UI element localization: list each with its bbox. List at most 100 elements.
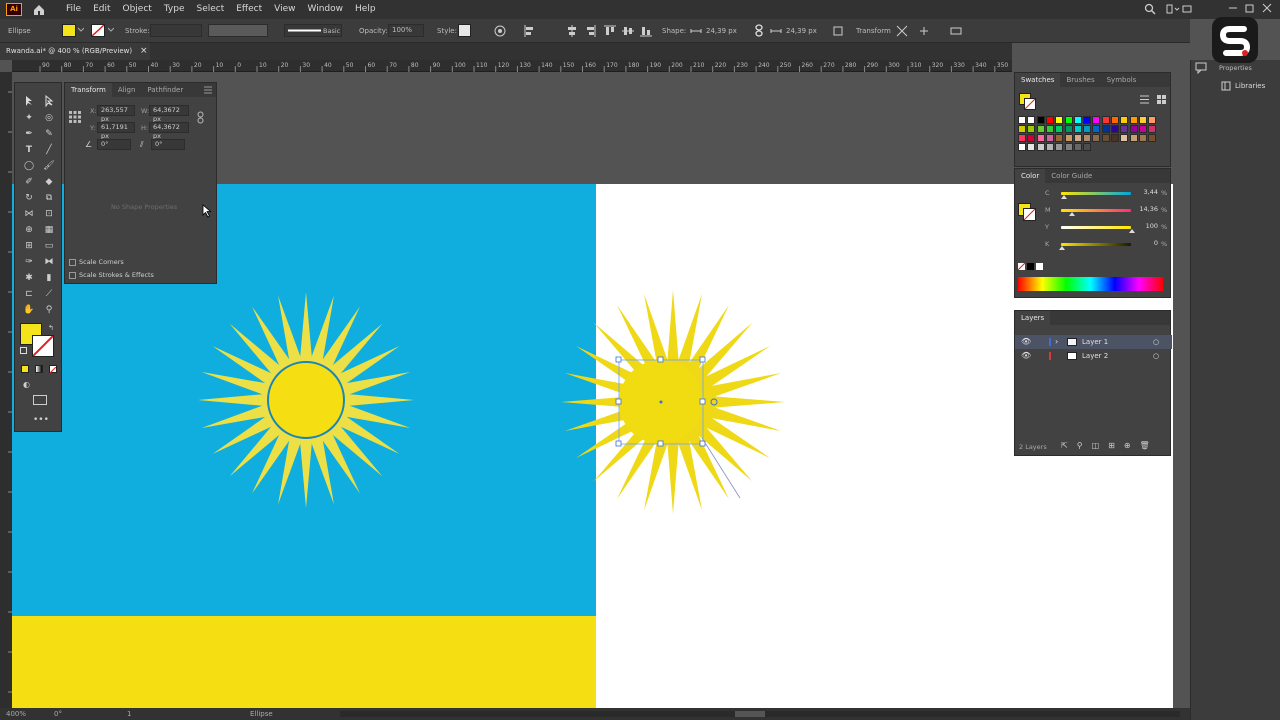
color-swatch[interactable] bbox=[1055, 134, 1064, 142]
color-swatch[interactable] bbox=[1129, 116, 1138, 124]
grid-view-icon[interactable] bbox=[1157, 95, 1166, 104]
zoom-level[interactable]: 400% bbox=[6, 710, 26, 718]
menu-edit[interactable]: Edit bbox=[87, 0, 116, 19]
default-colors-icon[interactable] bbox=[20, 347, 27, 354]
list-view-icon[interactable] bbox=[1140, 95, 1149, 104]
color-swatch[interactable] bbox=[1120, 134, 1129, 142]
export-icon[interactable]: ⇱ bbox=[1061, 441, 1068, 453]
tab-align[interactable]: Align bbox=[112, 83, 142, 97]
color-swatch[interactable] bbox=[1064, 116, 1073, 124]
color-mode-icon[interactable] bbox=[21, 365, 29, 373]
horizontal-ruler[interactable]: 90 80 70 60 50 40 30 20 10 0 10 20 30 40 50 60 70 80 90 100… bbox=[12, 60, 1012, 72]
new-sublayer-icon[interactable]: ⊞ bbox=[1108, 441, 1115, 453]
tab-color-guide[interactable]: Color Guide bbox=[1045, 169, 1098, 183]
close-tab-icon[interactable]: × bbox=[140, 43, 148, 60]
color-swatch[interactable] bbox=[1083, 125, 1092, 133]
horizontal-scrollbar[interactable] bbox=[340, 711, 1180, 717]
channel-slider[interactable] bbox=[1061, 226, 1131, 229]
color-swatch[interactable] bbox=[1018, 125, 1026, 133]
color-swatch[interactable] bbox=[1055, 143, 1064, 151]
corner-icon[interactable] bbox=[832, 25, 844, 37]
libraries-icon[interactable] bbox=[1221, 81, 1231, 91]
align-top-icon[interactable] bbox=[604, 25, 616, 37]
brush-definition-dropdown[interactable]: Basic bbox=[284, 24, 342, 37]
panel-menu-icon[interactable] bbox=[950, 25, 962, 37]
color-swatch[interactable] bbox=[1111, 125, 1119, 133]
transform-icon[interactable] bbox=[896, 25, 908, 37]
channel-value[interactable]: 3,44 bbox=[1136, 188, 1158, 198]
tab-pathfinder[interactable]: Pathfinder bbox=[141, 83, 189, 97]
channel-slider[interactable] bbox=[1061, 243, 1131, 246]
libraries-tab[interactable]: Libraries bbox=[1235, 82, 1265, 90]
delete-icon[interactable]: 🗑 bbox=[1140, 441, 1150, 453]
eyedropper-tool[interactable]: ✑ bbox=[21, 255, 37, 269]
panel-menu-icon[interactable] bbox=[204, 86, 212, 94]
stroke-weight-stepper[interactable] bbox=[150, 24, 202, 37]
align-left-icon[interactable] bbox=[524, 25, 536, 37]
color-swatch[interactable] bbox=[1073, 116, 1082, 124]
variable-width-field[interactable] bbox=[208, 24, 268, 37]
shape-width-value[interactable]: 24,39 px bbox=[706, 27, 737, 35]
channel-value[interactable]: 0 bbox=[1136, 239, 1158, 249]
color-swatch[interactable] bbox=[1138, 125, 1147, 133]
transform-link[interactable]: Transform bbox=[856, 27, 891, 35]
x-field[interactable]: 263,557 px bbox=[97, 105, 135, 123]
blend-tool[interactable]: ⧓ bbox=[41, 255, 57, 269]
document-tab[interactable]: Rwanda.ai* @ 400 % (RGB/Preview) × bbox=[0, 43, 150, 60]
scale-strokes-checkbox[interactable] bbox=[69, 272, 76, 279]
arrange-icon[interactable] bbox=[1166, 3, 1180, 15]
color-swatch[interactable] bbox=[1148, 116, 1157, 124]
symbol-sprayer-tool[interactable]: ✱ bbox=[21, 271, 37, 285]
direct-selection-tool[interactable] bbox=[41, 94, 57, 109]
color-swatch[interactable] bbox=[1027, 143, 1036, 151]
more-tools-icon[interactable]: ••• bbox=[33, 415, 49, 425]
mesh-tool[interactable]: ⊞ bbox=[21, 239, 37, 253]
selection-tool[interactable] bbox=[21, 95, 37, 109]
color-swatch[interactable] bbox=[1111, 116, 1119, 124]
paintbrush-tool[interactable]: 🖌 bbox=[41, 159, 57, 173]
rotate-tool[interactable]: ↻ bbox=[21, 191, 37, 205]
gradient-mode-icon[interactable] bbox=[35, 365, 43, 373]
shaper-tool[interactable]: ✐ bbox=[21, 175, 37, 189]
color-stroke-swatch[interactable] bbox=[1023, 208, 1036, 221]
color-swatch[interactable] bbox=[1018, 116, 1026, 124]
color-swatch[interactable] bbox=[1045, 125, 1054, 133]
color-swatch[interactable] bbox=[1018, 143, 1026, 151]
stroke-swatch[interactable] bbox=[32, 335, 54, 357]
color-swatch[interactable] bbox=[1101, 134, 1110, 142]
menu-file[interactable]: File bbox=[60, 0, 87, 19]
color-swatch[interactable] bbox=[1064, 125, 1073, 133]
chevron-down-icon[interactable] bbox=[77, 27, 85, 33]
magic-wand-tool[interactable]: ✦ bbox=[21, 111, 37, 125]
menu-object[interactable]: Object bbox=[117, 0, 158, 19]
color-swatch[interactable] bbox=[1055, 125, 1064, 133]
slider-thumb[interactable] bbox=[1059, 246, 1065, 250]
align-right-icon[interactable] bbox=[584, 25, 596, 37]
color-swatch[interactable] bbox=[1073, 134, 1082, 142]
color-swatch[interactable] bbox=[1148, 134, 1157, 142]
link-icon[interactable] bbox=[754, 24, 764, 37]
none-color-chip[interactable] bbox=[1017, 262, 1026, 271]
menu-view[interactable]: View bbox=[268, 0, 301, 19]
color-swatch[interactable] bbox=[1092, 134, 1101, 142]
window-minimize-icon[interactable] bbox=[1228, 3, 1238, 13]
reference-point-icon[interactable] bbox=[69, 111, 81, 123]
black-color-chip[interactable] bbox=[1027, 263, 1034, 270]
color-swatch[interactable] bbox=[1148, 125, 1157, 133]
w-field[interactable]: 64,3672 px bbox=[149, 105, 189, 123]
color-swatch[interactable] bbox=[1064, 134, 1073, 142]
color-swatch[interactable] bbox=[1027, 125, 1036, 133]
clipping-mask-icon[interactable]: ◫ bbox=[1092, 441, 1100, 453]
color-swatch[interactable] bbox=[1036, 134, 1045, 142]
color-swatch[interactable] bbox=[1138, 134, 1147, 142]
color-swatch[interactable] bbox=[1083, 134, 1092, 142]
menu-select[interactable]: Select bbox=[190, 0, 230, 19]
swap-fill-stroke-icon[interactable]: ↰ bbox=[48, 324, 54, 332]
new-layer-icon[interactable]: ⊕ bbox=[1124, 441, 1131, 453]
layer-row[interactable]: 👁 › Layer 1 ○ bbox=[1015, 335, 1172, 349]
color-swatch[interactable] bbox=[1092, 116, 1101, 124]
slice-tool[interactable]: ⟋ bbox=[41, 287, 57, 301]
color-swatch[interactable] bbox=[1101, 116, 1110, 124]
color-spectrum[interactable] bbox=[1018, 277, 1163, 291]
color-swatch[interactable] bbox=[1120, 116, 1129, 124]
